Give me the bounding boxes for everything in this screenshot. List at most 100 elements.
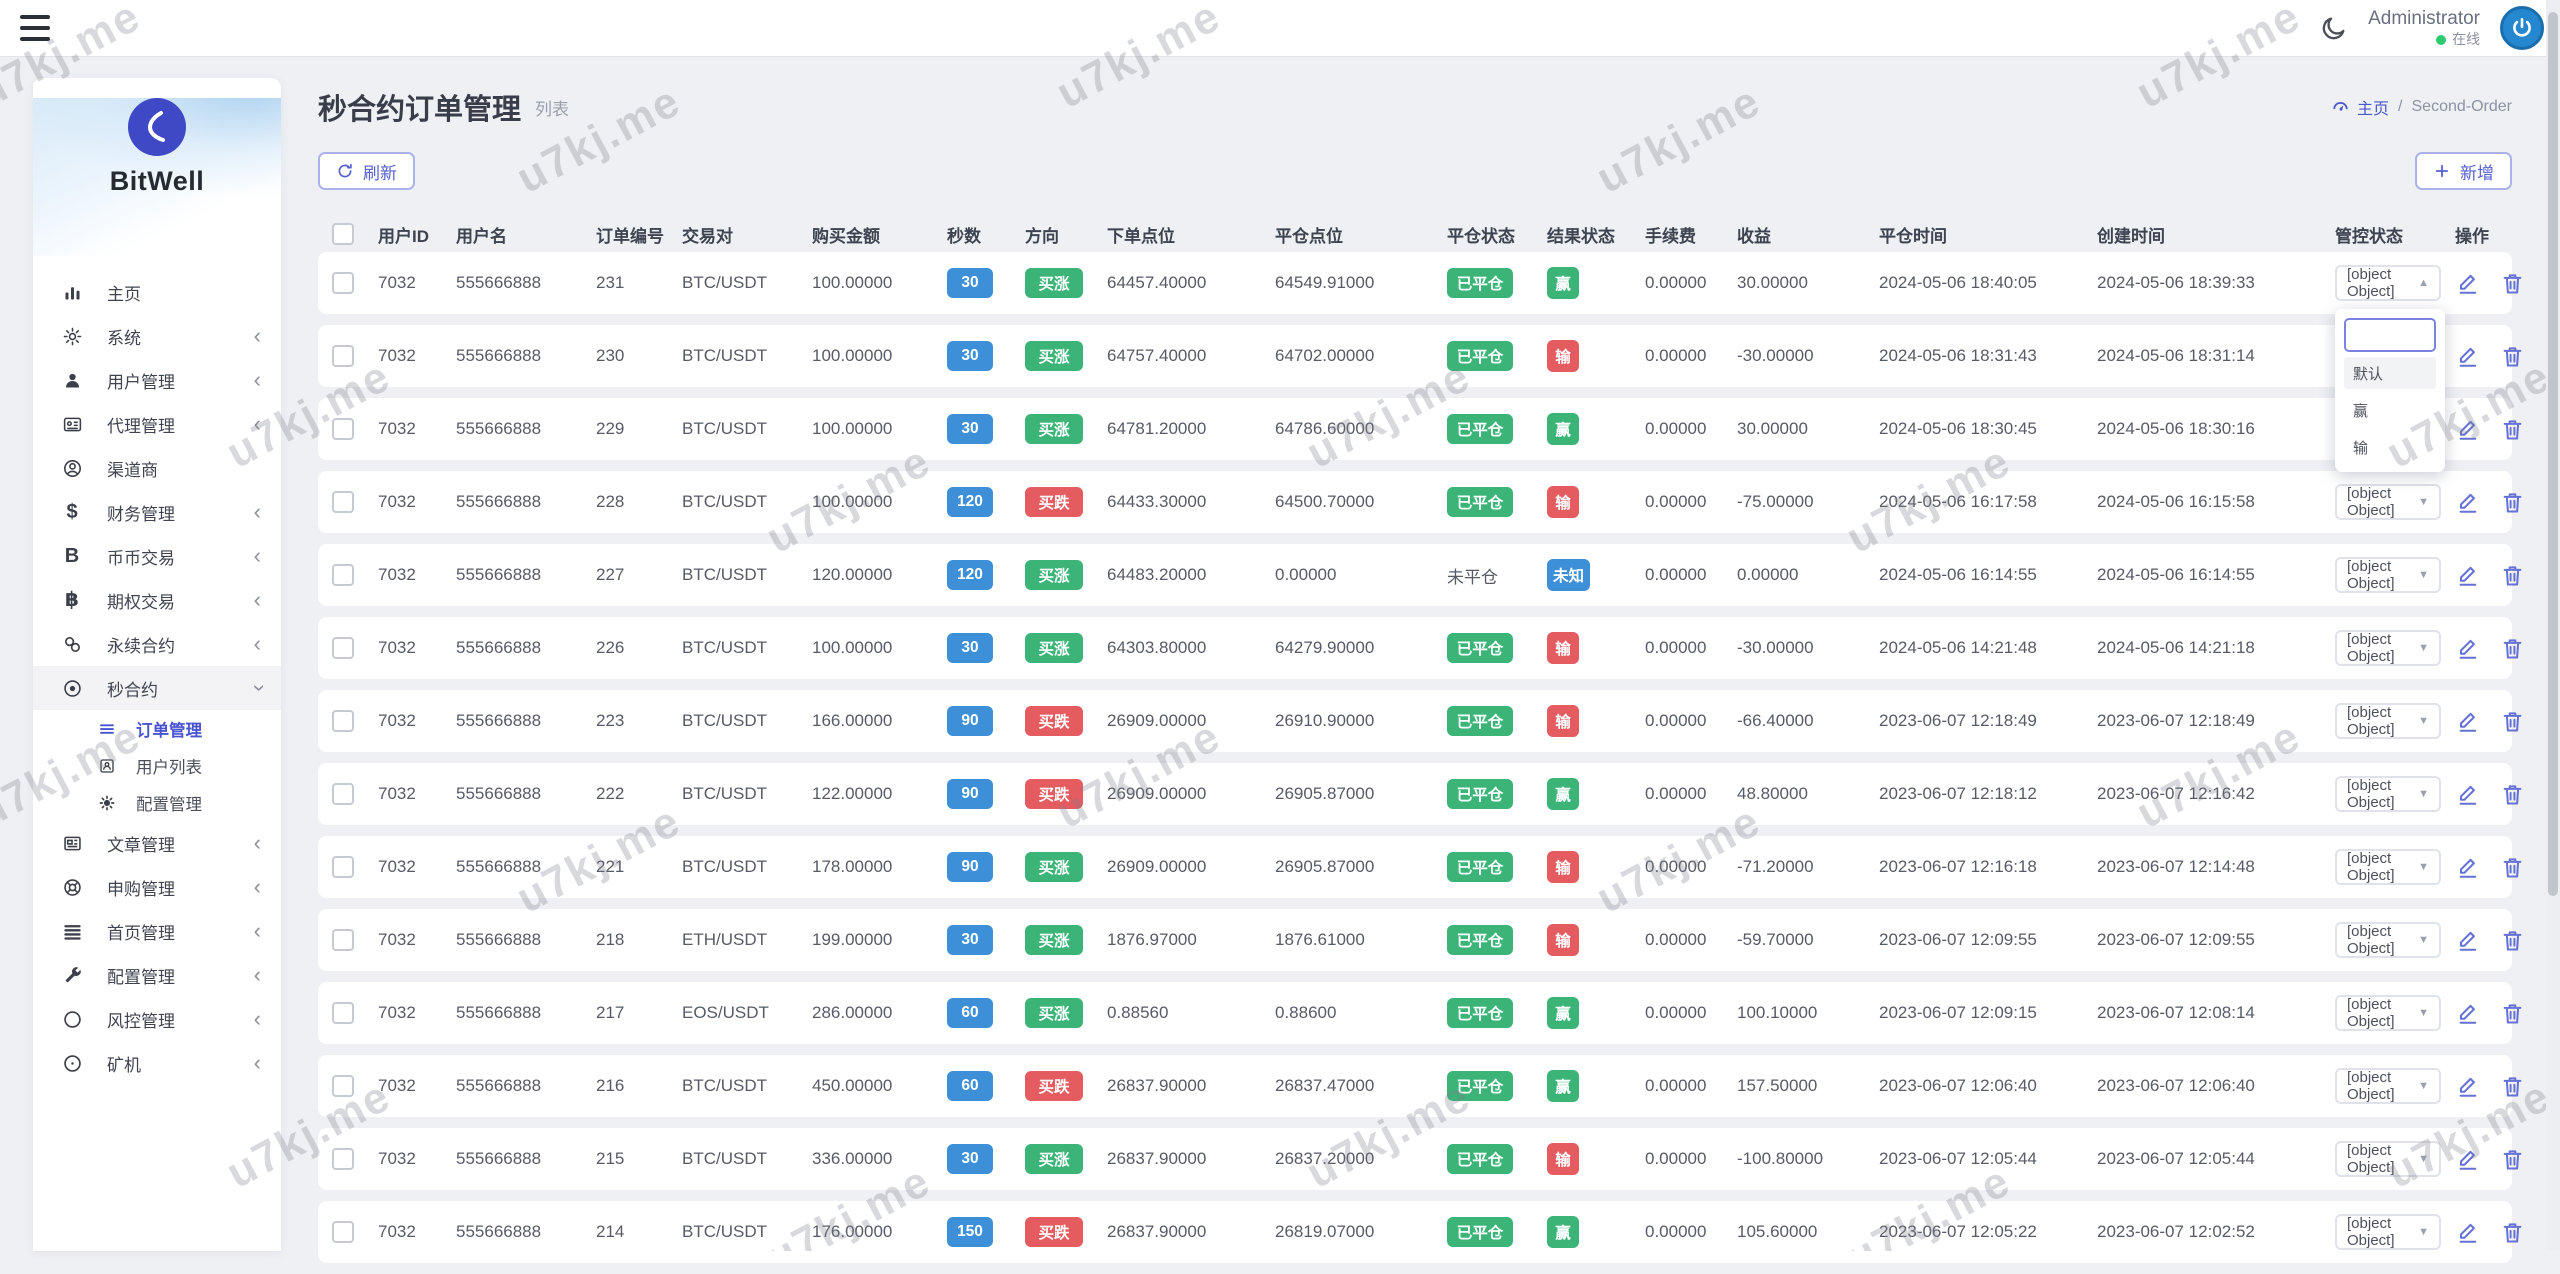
control-select[interactable]: [object Object] ▼ [2335,484,2441,520]
control-select[interactable]: [object Object] ▼ [2335,557,2441,593]
delete-button[interactable] [2499,270,2526,297]
delete-button[interactable] [2499,562,2526,589]
control-select[interactable]: [object Object] ▼ [2335,1214,2441,1250]
cell-create-time: 2023-06-07 12:18:49 [2097,711,2255,730]
edit-button[interactable] [2455,927,2482,954]
sidebar-subitem-用户列表[interactable]: 用户列表 [33,747,281,784]
hamburger-menu-icon[interactable] [20,15,50,41]
delete-button[interactable] [2499,1000,2526,1027]
delete-button[interactable] [2499,1073,2526,1100]
sidebar-subitem-配置管理[interactable]: 配置管理 [33,784,281,821]
breadcrumb-current: Second-Order [2411,98,2513,115]
row-checkbox[interactable] [332,1148,354,1170]
edit-button[interactable] [2455,1219,2482,1246]
row-checkbox[interactable] [332,345,354,367]
sidebar-item-用户管理[interactable]: 用户管理 ‹ [33,358,281,402]
delete-button[interactable] [2499,489,2526,516]
sidebar-item-矿机[interactable]: 矿机 ‹ [33,1041,281,1085]
control-dropdown: 默认赢输 [2335,309,2445,472]
edit-button[interactable] [2455,781,2482,808]
dropdown-search-input[interactable] [2344,318,2436,352]
refresh-button[interactable]: 刷新 [318,152,415,190]
sidebar-item-币币交易[interactable]: B 币币交易 ‹ [33,534,281,578]
sidebar-item-系统[interactable]: 系统 ‹ [33,314,281,358]
control-select[interactable]: [object Object] ▼ [2335,703,2441,739]
sidebar-item-首页管理[interactable]: 首页管理 ‹ [33,909,281,953]
scrollbar[interactable] [2546,0,2560,1251]
edit-button[interactable] [2455,1146,2482,1173]
dropdown-option[interactable]: 赢 [2344,394,2436,426]
row-checkbox[interactable] [332,418,354,440]
table-row: 7032 555666888 226 BTC/USDT 100.00000 30… [318,617,2522,679]
sidebar-item-文章管理[interactable]: 文章管理 ‹ [33,821,281,865]
edit-button[interactable] [2455,1073,2482,1100]
sidebar-subitem-订单管理[interactable]: 订单管理 [33,710,281,747]
edit-button[interactable] [2455,635,2482,662]
cell-user-id: 7032 [378,273,416,292]
row-checkbox[interactable] [332,929,354,951]
row-checkbox[interactable] [332,783,354,805]
sidebar-item-秒合约[interactable]: 秒合约 ‹ [33,666,281,710]
edit-button[interactable] [2455,416,2482,443]
row-checkbox[interactable] [332,856,354,878]
edit-button[interactable] [2455,489,2482,516]
close-status-badge: 已平仓 [1447,1144,1513,1174]
row-checkbox[interactable] [332,1221,354,1243]
sidebar-item-申购管理[interactable]: 申购管理 ‹ [33,865,281,909]
row-checkbox[interactable] [332,491,354,513]
sidebar-item-风控管理[interactable]: 风控管理 ‹ [33,997,281,1041]
edit-button[interactable] [2455,270,2482,297]
edit-button[interactable] [2455,708,2482,735]
edit-button[interactable] [2455,343,2482,370]
delete-button[interactable] [2499,1219,2526,1246]
row-checkbox[interactable] [332,710,354,732]
control-select[interactable]: [object Object] ▼ [2335,630,2441,666]
sidebar-item-代理管理[interactable]: 代理管理 ‹ [33,402,281,446]
control-select[interactable]: [object Object] ▲ [2335,265,2441,301]
caret-icon: ▼ [2418,788,2429,800]
dropdown-option[interactable]: 输 [2344,431,2436,463]
delete-button[interactable] [2499,781,2526,808]
avatar[interactable] [2500,6,2544,50]
dropdown-option[interactable]: 默认 [2344,357,2436,389]
sidebar-item-渠道商[interactable]: 渠道商 [33,446,281,490]
edit-button[interactable] [2455,1000,2482,1027]
cell-create-time: 2023-06-07 12:14:48 [2097,857,2255,876]
select-all-checkbox[interactable] [332,223,354,245]
control-select[interactable]: [object Object] ▼ [2335,1141,2441,1177]
user-info[interactable]: Administrator 在线 [2368,7,2480,48]
delete-button[interactable] [2499,416,2526,443]
scrollbar-thumb[interactable] [2548,12,2558,896]
chevron-icon: ‹ [253,587,261,612]
control-select[interactable]: [object Object] ▼ [2335,995,2441,1031]
add-button[interactable]: 新增 [2415,152,2512,190]
edit-button[interactable] [2455,854,2482,881]
sidebar-item-财务管理[interactable]: $ 财务管理 ‹ [33,490,281,534]
control-select[interactable]: [object Object] ▼ [2335,922,2441,958]
sidebar-item-永续合约[interactable]: 永续合约 ‹ [33,622,281,666]
sidebar-item-期权交易[interactable]: ฿ 期权交易 ‹ [33,578,281,622]
brand-name: BitWell [109,166,205,196]
row-checkbox[interactable] [332,1075,354,1097]
delete-button[interactable] [2499,343,2526,370]
sidebar-item-配置管理[interactable]: 配置管理 ‹ [33,953,281,997]
row-checkbox[interactable] [332,564,354,586]
row-checkbox[interactable] [332,637,354,659]
delete-button[interactable] [2499,708,2526,735]
menu-item-label: 用户管理 [107,372,175,392]
dark-mode-moon-icon[interactable] [2320,14,2348,42]
delete-button[interactable] [2499,927,2526,954]
edit-button[interactable] [2455,562,2482,589]
control-select[interactable]: [object Object] ▼ [2335,849,2441,885]
row-checkbox[interactable] [332,1002,354,1024]
delete-button[interactable] [2499,854,2526,881]
sidebar-item-主页[interactable]: 主页 [33,270,281,314]
control-select[interactable]: [object Object] ▼ [2335,776,2441,812]
breadcrumb-home-link[interactable]: 主页 [2331,95,2389,119]
delete-button[interactable] [2499,1146,2526,1173]
control-select[interactable]: [object Object] ▼ [2335,1068,2441,1104]
row-checkbox[interactable] [332,272,354,294]
trash-icon [2503,638,2522,659]
control-select-value: [object Object] [2347,850,2395,884]
delete-button[interactable] [2499,635,2526,662]
